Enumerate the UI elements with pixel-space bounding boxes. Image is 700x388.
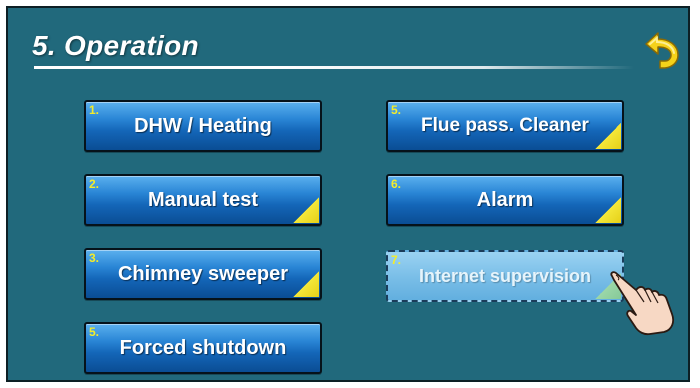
submenu-corner-icon bbox=[595, 123, 621, 149]
menu-item-label: Manual test bbox=[147, 188, 259, 211]
menu-item-label: Alarm bbox=[476, 188, 534, 211]
menu-item-label: Flue pass. Cleaner bbox=[421, 115, 589, 136]
back-button[interactable] bbox=[638, 28, 682, 72]
menu-button-flue-pass-cleaner[interactable]: 5. Flue pass. Cleaner bbox=[386, 100, 624, 152]
menu-button-chimney-sweeper[interactable]: 3. Chimney sweeper bbox=[84, 248, 322, 300]
menu-item-number: 5. bbox=[89, 325, 100, 339]
menu-item-number: 1. bbox=[89, 103, 100, 117]
menu-item-number: 5. bbox=[391, 103, 402, 117]
menu-item-label: DHW / Heating bbox=[134, 114, 272, 137]
back-arrow-icon bbox=[645, 32, 679, 69]
menu-item-number: 3. bbox=[89, 251, 100, 265]
menu-button-alarm[interactable]: 6. Alarm bbox=[386, 174, 624, 226]
menu-item-label: Chimney sweeper bbox=[117, 262, 289, 285]
menu-item-number: 2. bbox=[89, 177, 100, 191]
menu-item-number: 6. bbox=[391, 177, 402, 191]
pointing-hand-icon bbox=[606, 270, 688, 336]
menu-item-number: 7. bbox=[391, 253, 402, 267]
menu-button-dhw-heating[interactable]: 1. DHW / Heating bbox=[84, 100, 322, 152]
submenu-corner-icon bbox=[293, 271, 319, 297]
menu-button-internet-supervision[interactable]: 7. Internet supervision bbox=[386, 250, 624, 302]
submenu-corner-icon bbox=[595, 197, 621, 223]
operation-screen: 5. Operation 1. DHW / Heating 2. Manual … bbox=[6, 6, 690, 382]
menu-item-label: Forced shutdown bbox=[119, 336, 287, 359]
menu-item-label: Internet supervision bbox=[418, 265, 592, 286]
menu-button-manual-test[interactable]: 2. Manual test bbox=[84, 174, 322, 226]
title-underline bbox=[34, 66, 634, 69]
menu-button-forced-shutdown[interactable]: 5. Forced shutdown bbox=[84, 322, 322, 374]
page-title: 5. Operation bbox=[32, 30, 199, 61]
submenu-corner-icon bbox=[293, 197, 319, 223]
